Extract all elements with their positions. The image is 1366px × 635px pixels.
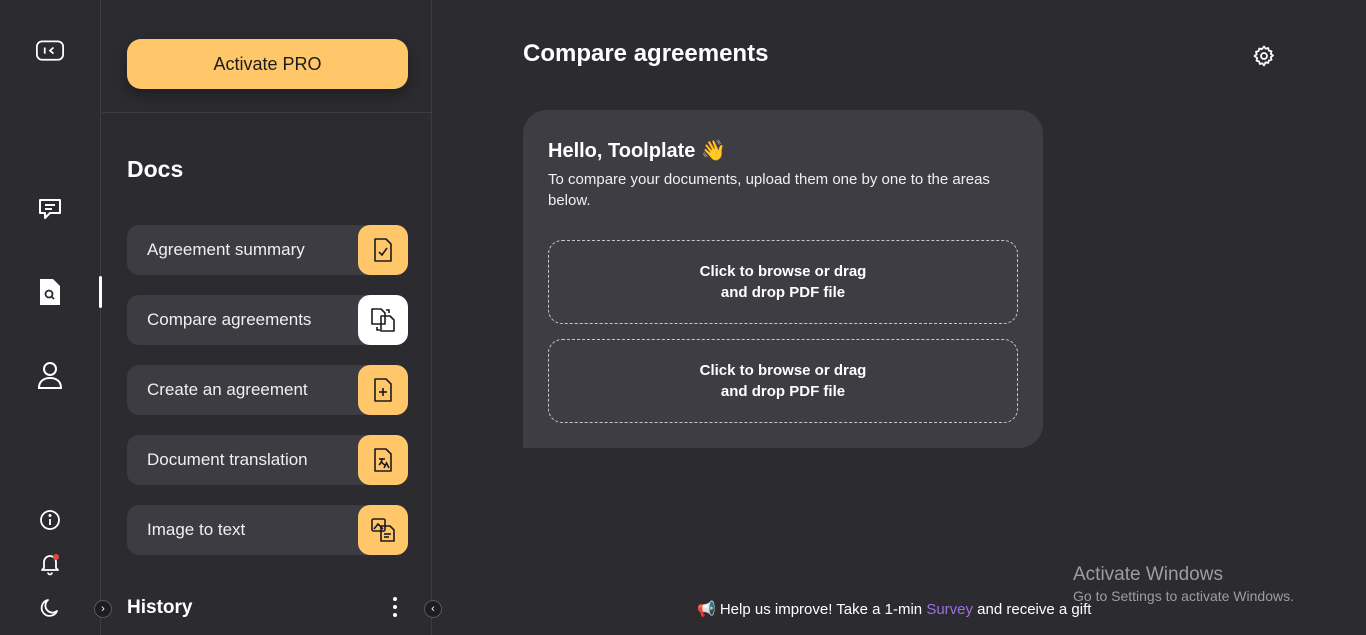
collapse-sidebar-button[interactable]: ‹ xyxy=(424,600,442,618)
history-title: History xyxy=(127,597,193,618)
chat-icon[interactable] xyxy=(36,195,64,223)
sidebar-item-label: Agreement summary xyxy=(147,240,305,259)
bell-icon[interactable] xyxy=(36,550,64,578)
sidebar-item-label: Image to text xyxy=(147,520,246,539)
watermark-subtitle: Go to Settings to activate Windows. xyxy=(1073,588,1294,604)
chevron-right-icon: › xyxy=(101,603,105,615)
watermark-title: Activate Windows xyxy=(1073,564,1223,585)
sidebar-item-create-agreement[interactable]: Create an agreement xyxy=(127,365,408,415)
chevron-left-icon: ‹ xyxy=(431,603,435,615)
sidebar-divider xyxy=(102,112,432,113)
pdf-dropzone-1[interactable]: Click to browse or drag and drop PDF fil… xyxy=(548,240,1018,324)
moon-icon[interactable] xyxy=(36,594,64,622)
greeting: Hello, Toolplate 👋 xyxy=(548,140,726,162)
sidebar-item-label: Document translation xyxy=(147,450,308,469)
icon-rail xyxy=(0,0,102,635)
document-check-icon xyxy=(358,225,408,275)
pdf-dropzone-2[interactable]: Click to browse or drag and drop PDF fil… xyxy=(548,339,1018,423)
dropzone-line-2: and drop PDF file xyxy=(720,284,846,301)
dropzone-line-2: and drop PDF file xyxy=(720,383,846,400)
survey-prefix: 📢 Help us improve! Take a 1-min xyxy=(697,601,927,618)
sidebar-item-compare-agreements[interactable]: Compare agreements xyxy=(127,295,408,345)
survey-link[interactable]: Survey xyxy=(926,601,973,618)
intro-text: To compare your documents, upload them o… xyxy=(548,171,990,209)
compare-documents-icon xyxy=(358,295,408,345)
sidebar-item-label: Create an agreement xyxy=(147,380,308,399)
page-title: Compare agreements xyxy=(523,40,769,67)
document-search-icon[interactable] xyxy=(36,278,64,306)
sidebar-item-image-to-text[interactable]: Image to text xyxy=(127,505,408,555)
activate-pro-button[interactable]: Activate PRO xyxy=(127,39,408,89)
docs-sidebar: Activate PRO Docs Agreement summary Comp… xyxy=(102,0,432,635)
sidebar-item-document-translation[interactable]: Document translation xyxy=(127,435,408,485)
sidebar-item-label: Compare agreements xyxy=(147,310,312,329)
document-translate-icon xyxy=(358,435,408,485)
history-menu-icon[interactable] xyxy=(388,595,402,619)
survey-banner: 📢 Help us improve! Take a 1-min Survey a… xyxy=(697,600,1091,618)
compare-card: Hello, Toolplate 👋 To compare your docum… xyxy=(523,110,1043,448)
info-icon[interactable] xyxy=(36,506,64,534)
gear-icon[interactable] xyxy=(1252,44,1276,68)
dropzone-line-1: Click to browse or drag xyxy=(699,362,867,379)
user-icon[interactable] xyxy=(36,361,64,389)
document-add-icon xyxy=(358,365,408,415)
dropzone-line-1: Click to browse or drag xyxy=(699,263,867,280)
expand-rail-button[interactable]: › xyxy=(94,600,112,618)
docs-section-title: Docs xyxy=(127,156,184,182)
image-to-text-icon xyxy=(358,505,408,555)
sidebar-item-agreement-summary[interactable]: Agreement summary xyxy=(127,225,408,275)
windows-activation-watermark: Activate Windows Go to Settings to activ… xyxy=(1073,564,1294,604)
collapse-sidebar-icon[interactable] xyxy=(36,37,64,65)
